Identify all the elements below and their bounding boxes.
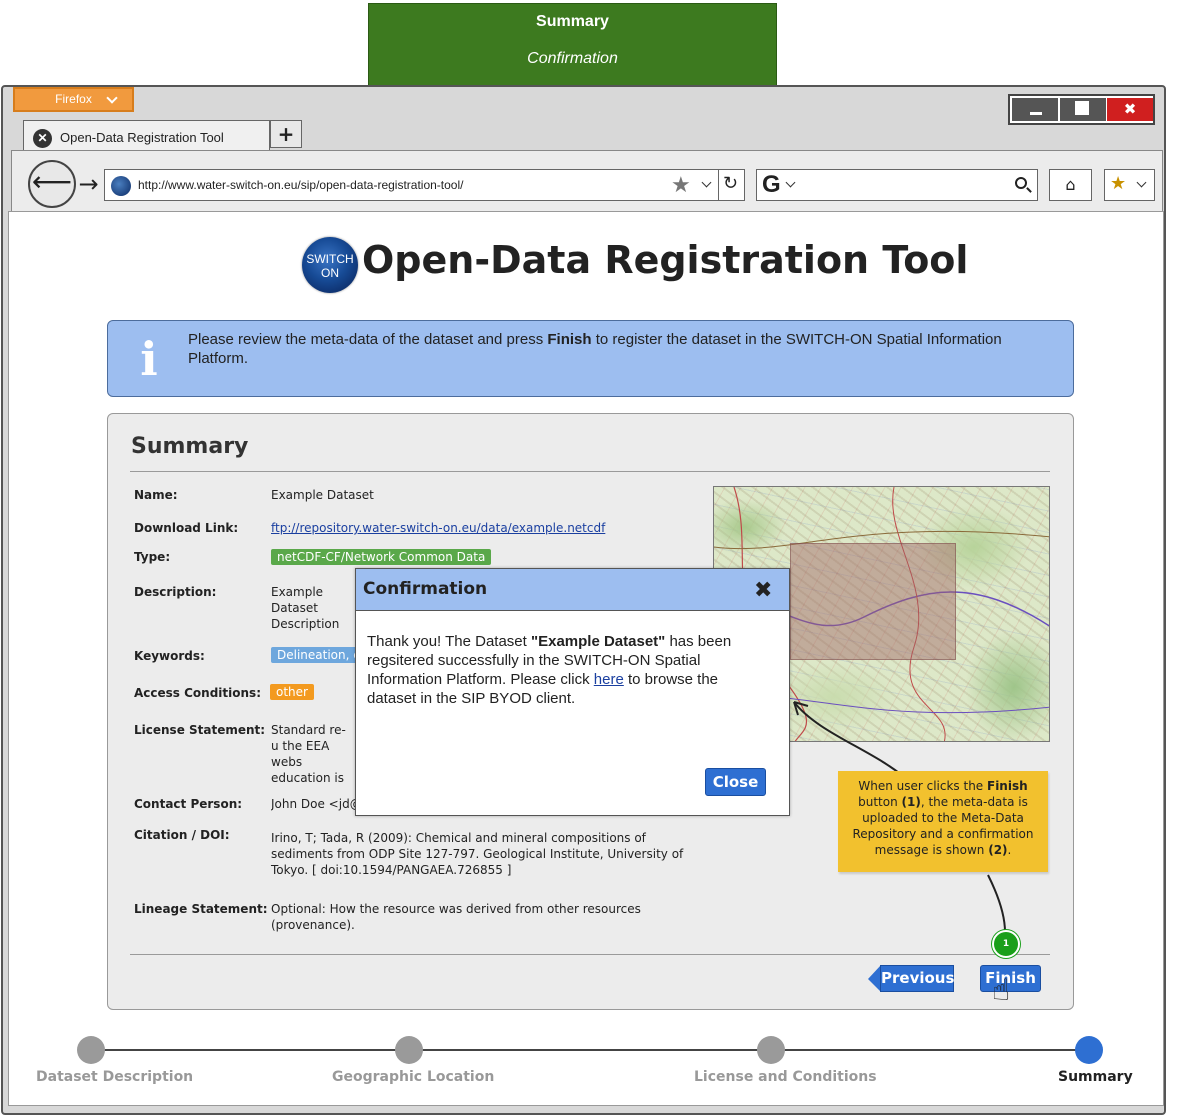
plus-icon: + (277, 122, 295, 146)
license-value: Standard re-u the EEA webs education is … (271, 723, 346, 785)
bounding-box-overlay (790, 543, 956, 660)
name-value: Example Dataset (271, 488, 374, 502)
description-label: Description: (134, 585, 217, 599)
step-label-summary: Summary (1058, 1069, 1133, 1085)
info-message: Please review the meta-data of the datas… (188, 331, 1002, 367)
step-label-geographic-location: Geographic Location (332, 1069, 495, 1085)
step-badge: 1 (992, 930, 1020, 958)
citation-label: Citation / DOI: (134, 828, 230, 842)
description-value: Example Dataset Description (271, 585, 340, 631)
step-label-dataset-description: Dataset Description (36, 1069, 194, 1085)
window-controls: ✖ (1008, 94, 1155, 125)
download-link[interactable]: ftp://repository.water-switch-on.eu/data… (271, 520, 605, 536)
contact-label: Contact Person: (134, 797, 243, 811)
window-close-button[interactable]: ✖ (1107, 98, 1153, 121)
chevron-down-icon[interactable] (701, 177, 712, 188)
reload-icon[interactable]: ↻ (723, 173, 738, 194)
new-tab-button[interactable]: + (270, 120, 302, 148)
step-dot-dataset-description[interactable] (77, 1036, 105, 1064)
step-label-license-and-conditions: License and Conditions (694, 1069, 877, 1085)
chevron-down-icon[interactable] (785, 177, 796, 188)
back-button[interactable]: ⟵ (28, 160, 76, 208)
step-dot-geographic-location[interactable] (395, 1036, 423, 1064)
address-bar[interactable]: http://www.water-switch-on.eu/sip/open-d… (104, 169, 745, 201)
home-icon: ⌂ (1065, 175, 1076, 194)
info-box: i Please review the meta-data of the dat… (107, 320, 1074, 397)
back-arrow-icon: ⟵ (31, 165, 73, 198)
search-bar[interactable]: G (756, 169, 1038, 201)
annotation-note: When user clicks the Finish button (1), … (838, 771, 1048, 872)
google-icon[interactable]: G (762, 171, 781, 199)
browse-here-link[interactable]: here (594, 671, 624, 688)
search-icon[interactable] (1015, 177, 1027, 189)
lineage-label: Lineage Statement: (134, 902, 268, 916)
forward-arrow-icon: → (78, 170, 99, 198)
divider (130, 471, 1050, 472)
firefox-menu-button[interactable]: Firefox (13, 87, 134, 112)
citation-value: Irino, T; Tada, R (2009): Chemical and m… (271, 831, 684, 877)
star-icon[interactable]: ★ (671, 172, 691, 198)
download-label: Download Link: (134, 521, 239, 535)
maximize-button[interactable] (1060, 98, 1106, 121)
divider (130, 954, 1050, 955)
tab-close-icon[interactable]: ✕ (33, 129, 52, 148)
step-dot-license-and-conditions[interactable] (757, 1036, 785, 1064)
summary-title: Summary (131, 434, 249, 459)
bookmarks-star-icon: ★ (1110, 173, 1127, 194)
chevron-down-icon (106, 92, 118, 104)
license-label: License Statement: (134, 723, 266, 737)
contact-value: John Doe <jd@ (271, 797, 355, 811)
dialog-close-button[interactable]: Close (705, 768, 766, 796)
site-favicon-icon (111, 176, 131, 196)
access-label: Access Conditions: (134, 686, 261, 700)
logo-text-1: SWITCH (306, 252, 354, 266)
keyword-tag: Delineation, c (271, 647, 366, 663)
logo-text-2: ON (321, 266, 339, 280)
banner-title: Summary (536, 13, 609, 30)
dialog-title: Confirmation (363, 579, 488, 599)
type-label: Type: (134, 550, 171, 564)
banner-subtitle: Confirmation (527, 50, 618, 67)
switch-on-logo: SWITCH ON (302, 237, 358, 293)
access-tag: other (270, 684, 314, 700)
keywords-label: Keywords: (134, 649, 205, 663)
finish-button[interactable]: Finish (980, 965, 1041, 992)
page-title: Open-Data Registration Tool (362, 238, 969, 282)
browser-tab[interactable]: ✕ Open-Data Registration Tool (23, 120, 270, 154)
dialog-message: Thank you! The Dataset "Example Dataset"… (367, 633, 732, 707)
dialog-close-icon[interactable]: ✖ (754, 580, 772, 602)
url-text[interactable]: http://www.water-switch-on.eu/sip/open-d… (138, 178, 463, 192)
info-icon: i (140, 332, 158, 386)
chevron-down-icon (1136, 177, 1147, 188)
hand-pointer-icon: ☝ (992, 973, 1011, 1008)
home-button[interactable]: ⌂ (1049, 169, 1092, 201)
lineage-value: Optional: How the resource was derived f… (271, 902, 641, 932)
forward-button[interactable]: → (76, 171, 101, 199)
previous-button[interactable]: Previous (880, 965, 954, 992)
tab-title: Open-Data Registration Tool (60, 130, 224, 145)
close-icon: ✖ (1123, 100, 1137, 118)
type-tag: netCDF-CF/Network Common Data (271, 549, 492, 565)
stepper-line (90, 1049, 1090, 1051)
step-dot-summary[interactable] (1075, 1036, 1103, 1064)
minimize-button[interactable] (1012, 98, 1058, 121)
bookmarks-button[interactable]: ★ (1104, 169, 1155, 201)
name-label: Name: (134, 488, 178, 502)
url-divider (718, 170, 719, 200)
firefox-menu-label: Firefox (55, 92, 92, 106)
